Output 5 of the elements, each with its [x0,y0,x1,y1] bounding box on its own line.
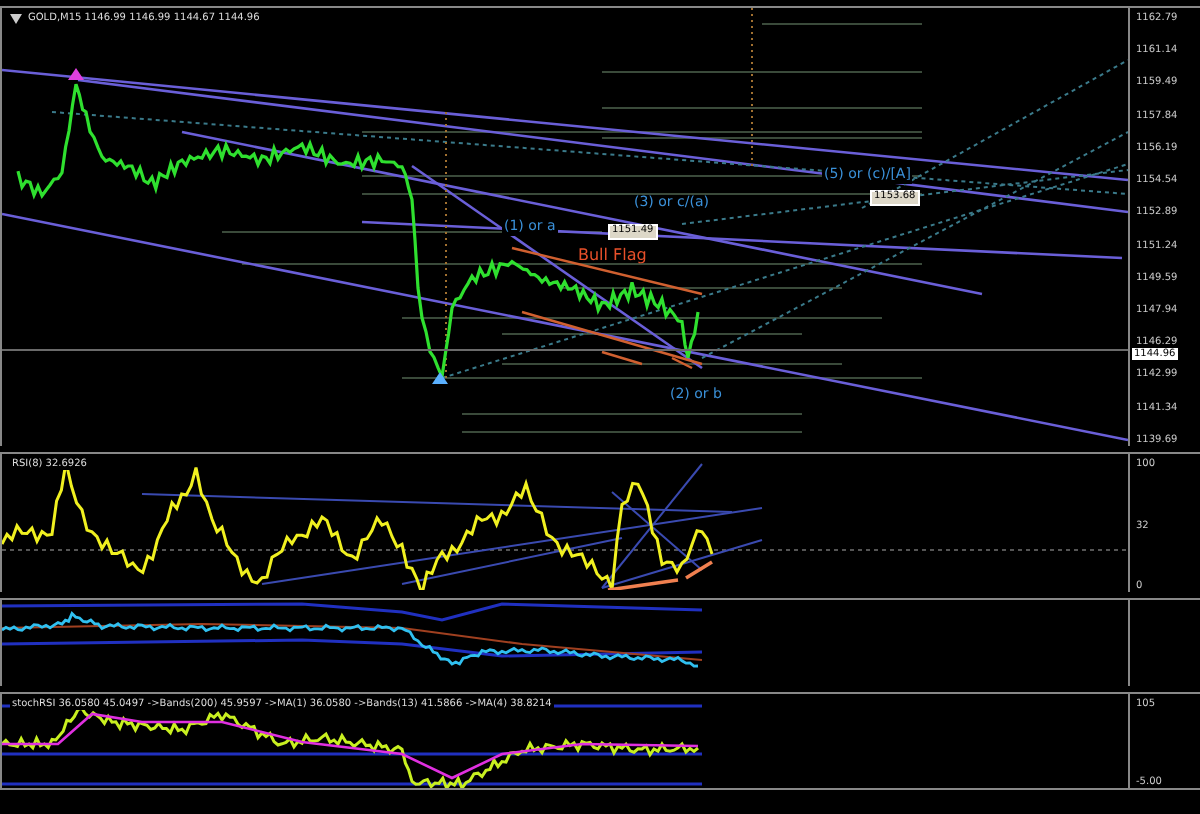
dropdown-icon [10,13,22,23]
pattern-label: Bull Flag [578,248,647,266]
triangle-icon [68,68,84,80]
triangle-icon [432,372,448,384]
arrow-drawing [607,560,713,590]
